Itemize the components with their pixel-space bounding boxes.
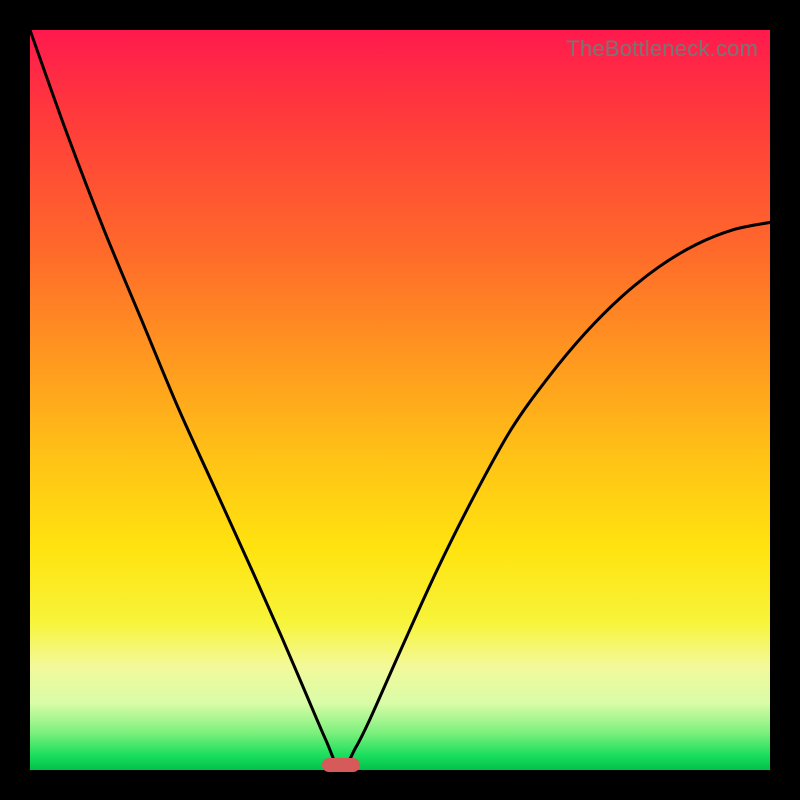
chart-frame: TheBottleneck.com	[0, 0, 800, 800]
minimum-marker	[322, 758, 360, 772]
bottleneck-curve	[30, 30, 770, 770]
plot-area: TheBottleneck.com	[30, 30, 770, 770]
